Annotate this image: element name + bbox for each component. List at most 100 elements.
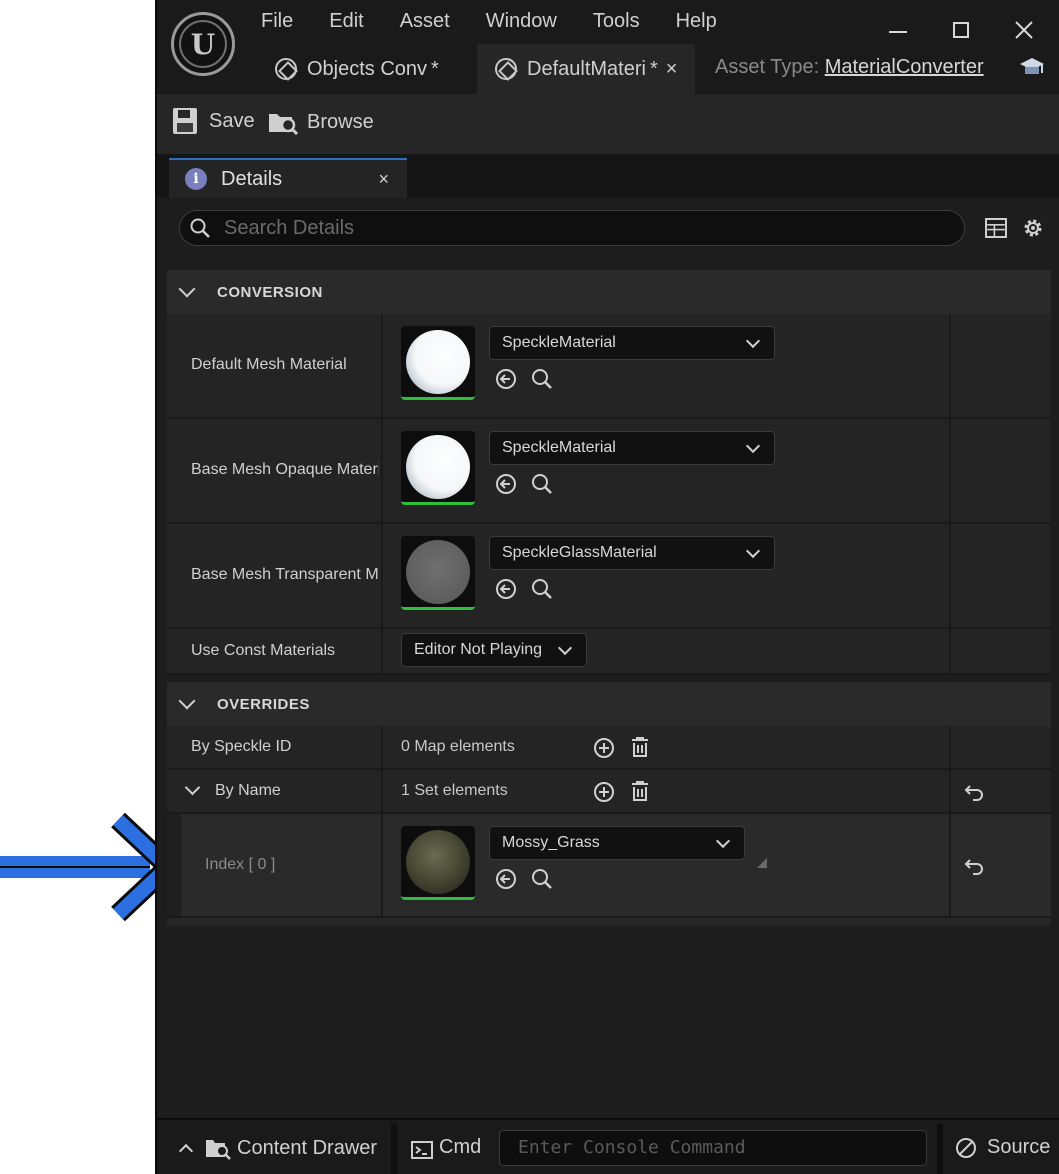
section-label: OVERRIDES (217, 695, 310, 713)
column-divider (381, 524, 383, 627)
tab-close-icon[interactable]: × (666, 58, 678, 81)
tab-label: DefaultMateri * (527, 57, 658, 80)
browse-search-icon[interactable] (531, 368, 553, 390)
close-window-icon[interactable] (1015, 21, 1033, 39)
reset-to-default-icon[interactable] (963, 855, 985, 877)
panel-footer-divider (167, 918, 1051, 926)
minimize-icon[interactable] (889, 30, 907, 34)
search-input[interactable] (224, 216, 924, 240)
material-dropdown[interactable]: SpeckleGlassMaterial (489, 536, 775, 570)
tab-objects-converter[interactable]: Objects Conv * (269, 44, 467, 94)
unreal-logo-icon[interactable]: U (171, 12, 235, 76)
chevron-down-icon[interactable] (184, 779, 201, 796)
tab-default-materials[interactable]: DefaultMateri * × (477, 44, 695, 94)
material-preview-sphere (406, 829, 470, 894)
details-close-icon[interactable]: × (378, 169, 389, 190)
content-drawer-button[interactable]: Content Drawer (178, 1136, 377, 1160)
property-name: Base Mesh Opaque Materi (191, 461, 379, 478)
search-details (179, 210, 965, 246)
add-element-icon[interactable] (593, 781, 615, 803)
property-name: By Name (215, 782, 281, 799)
browse-search-icon[interactable] (531, 473, 553, 495)
browse-label: Browse (307, 110, 374, 133)
details-tab-strip: i Details × (157, 154, 1059, 198)
graduation-cap-icon[interactable] (1019, 56, 1045, 78)
section-overrides[interactable]: OVERRIDES (167, 682, 1051, 726)
property-row: Base Mesh Transparent M SpeckleGlassMate… (167, 524, 1051, 629)
resize-handle-icon[interactable] (757, 858, 767, 868)
material-thumbnail[interactable] (401, 826, 475, 900)
use-selected-arrow-icon[interactable] (495, 368, 517, 390)
column-divider (381, 814, 383, 916)
use-selected-arrow-icon[interactable] (495, 473, 517, 495)
use-selected-arrow-icon[interactable] (495, 868, 517, 890)
chevron-down-icon (745, 438, 761, 454)
material-preview-sphere (406, 434, 470, 499)
column-divider (949, 814, 951, 916)
property-name: Base Mesh Transparent M (191, 566, 379, 583)
asset-toolbar: Save Browse (157, 94, 1059, 154)
details-tab-label: Details (221, 167, 283, 190)
array-element-row: Index [ 0 ] Mossy_Grass (167, 814, 1051, 918)
settings-gear-icon[interactable] (1021, 216, 1045, 240)
browse-search-icon[interactable] (531, 868, 553, 890)
trash-icon[interactable] (629, 780, 651, 802)
chevron-down-icon (178, 692, 196, 710)
const-materials-dropdown[interactable]: Editor Not Playing (401, 633, 587, 667)
material-preview-sphere (406, 329, 470, 394)
property-row: By Speckle ID 0 Map elements (167, 726, 1051, 770)
console-terminal-icon (411, 1140, 433, 1159)
map-elements-count: 0 Map elements (401, 738, 515, 755)
material-thumbnail[interactable] (401, 431, 475, 505)
asset-type-link[interactable]: MaterialConverter (825, 56, 984, 78)
source-control-icon (956, 1137, 976, 1158)
property-name: By Speckle ID (191, 738, 292, 755)
material-dropdown[interactable]: SpeckleMaterial (489, 326, 775, 360)
tab-label: Objects Conv * (307, 57, 439, 80)
dropdown-value: SpeckleMaterial (502, 439, 616, 456)
reset-to-default-icon[interactable] (963, 781, 985, 803)
menu-window[interactable]: Window (486, 10, 557, 33)
section-conversion[interactable]: CONVERSION (167, 270, 1051, 314)
unreal-editor-window: U File Edit Asset Window Tools Help Obje… (155, 0, 1059, 1174)
maximize-icon[interactable] (953, 22, 969, 38)
menu-edit[interactable]: Edit (329, 10, 363, 33)
column-divider (381, 726, 383, 768)
material-converter-icon (275, 58, 297, 80)
column-divider (381, 314, 383, 417)
trash-icon[interactable] (629, 736, 651, 758)
cmd-button[interactable]: Cmd (411, 1136, 481, 1159)
column-divider (381, 629, 383, 673)
add-element-icon[interactable] (593, 737, 615, 759)
pointer-arrow-icon (0, 812, 180, 922)
source-label: Source (987, 1136, 1051, 1158)
browse-search-icon[interactable] (531, 578, 553, 600)
material-dropdown[interactable]: Mossy_Grass (489, 826, 745, 860)
material-thumbnail[interactable] (401, 536, 475, 610)
browse-button[interactable]: Browse (267, 108, 374, 136)
table-view-icon[interactable] (985, 218, 1007, 238)
source-control-button[interactable]: Source (955, 1136, 1050, 1159)
asset-type-label: Asset Type: (715, 56, 820, 78)
dropdown-value: SpeckleMaterial (502, 334, 616, 351)
menu-help[interactable]: Help (676, 10, 717, 33)
column-divider (949, 524, 951, 627)
status-bar: Content Drawer Cmd Source (157, 1118, 1059, 1174)
console-input[interactable] (518, 1137, 918, 1158)
material-dropdown[interactable]: SpeckleMaterial (489, 431, 775, 465)
console-command-field (499, 1130, 927, 1166)
property-name: Default Mesh Material (191, 356, 347, 373)
save-button[interactable]: Save (173, 108, 255, 134)
separator (391, 1124, 397, 1174)
property-row: By Name 1 Set elements (167, 770, 1051, 814)
material-thumbnail[interactable] (401, 326, 475, 400)
material-preview-sphere (406, 539, 470, 604)
property-name: Use Const Materials (191, 642, 336, 659)
menu-file[interactable]: File (261, 10, 293, 33)
search-icon (190, 218, 210, 238)
menu-tools[interactable]: Tools (593, 10, 640, 33)
separator (937, 1124, 943, 1174)
tab-details[interactable]: i Details × (169, 158, 407, 198)
use-selected-arrow-icon[interactable] (495, 578, 517, 600)
menu-asset[interactable]: Asset (400, 10, 450, 33)
